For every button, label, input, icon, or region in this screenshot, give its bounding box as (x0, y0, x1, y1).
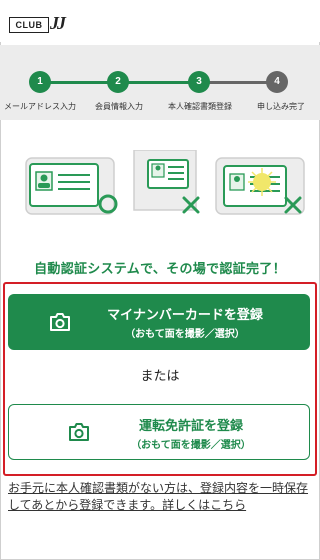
mynumber-button-label: マイナンバーカードを登録 (107, 308, 263, 323)
step-4-circle: 4 (266, 71, 288, 93)
correct-id-photo-illustration (25, 157, 118, 215)
step-3-label: 本人確認書類登録 (168, 102, 232, 111)
step-2-circle: 2 (107, 71, 129, 93)
logo-jj-text: JJ (50, 13, 66, 33)
header: CLUB JJ (0, 0, 320, 42)
step-2-label: 会員情報入力 (95, 102, 143, 111)
progress-stepper: 1 2 3 4 メールアドレス入力 会員情報入力 本人確認書類登録 申し込み完了 (0, 45, 320, 120)
mynumber-button-sublabel: （おもて面を撮影／選択） (125, 329, 245, 340)
cutoff-id-photo-illustration (133, 150, 200, 214)
step-1-label: メールアドレス入力 (4, 102, 76, 111)
license-button-sublabel: （おもて面を撮影／選択） (131, 440, 251, 451)
glare-id-photo-illustration (215, 157, 305, 215)
club-jj-logo[interactable]: CLUB JJ (9, 13, 71, 33)
save-later-link[interactable]: お手元に本人確認書類がない方は、登録内容を一時保存してあとから登録できます。詳し… (8, 480, 314, 514)
camera-icon (50, 313, 70, 331)
auto-verification-headline: 自動認証システムで、その場で認証完了！ (34, 262, 286, 277)
step-1-circle: 1 (29, 71, 51, 93)
step-4-label: 申し込み完了 (257, 102, 305, 111)
license-button-label: 運転免許証を登録 (138, 419, 243, 434)
or-separator: または (140, 369, 180, 384)
logo-club-text: CLUB (9, 17, 49, 33)
register-drivers-license-button[interactable]: 運転免許証を登録 （おもて面を撮影／選択） (8, 404, 310, 460)
register-mynumber-card-button[interactable]: マイナンバーカードを登録 （おもて面を撮影／選択） (8, 294, 310, 350)
step-3-circle: 3 (188, 71, 210, 93)
camera-icon (69, 423, 89, 441)
